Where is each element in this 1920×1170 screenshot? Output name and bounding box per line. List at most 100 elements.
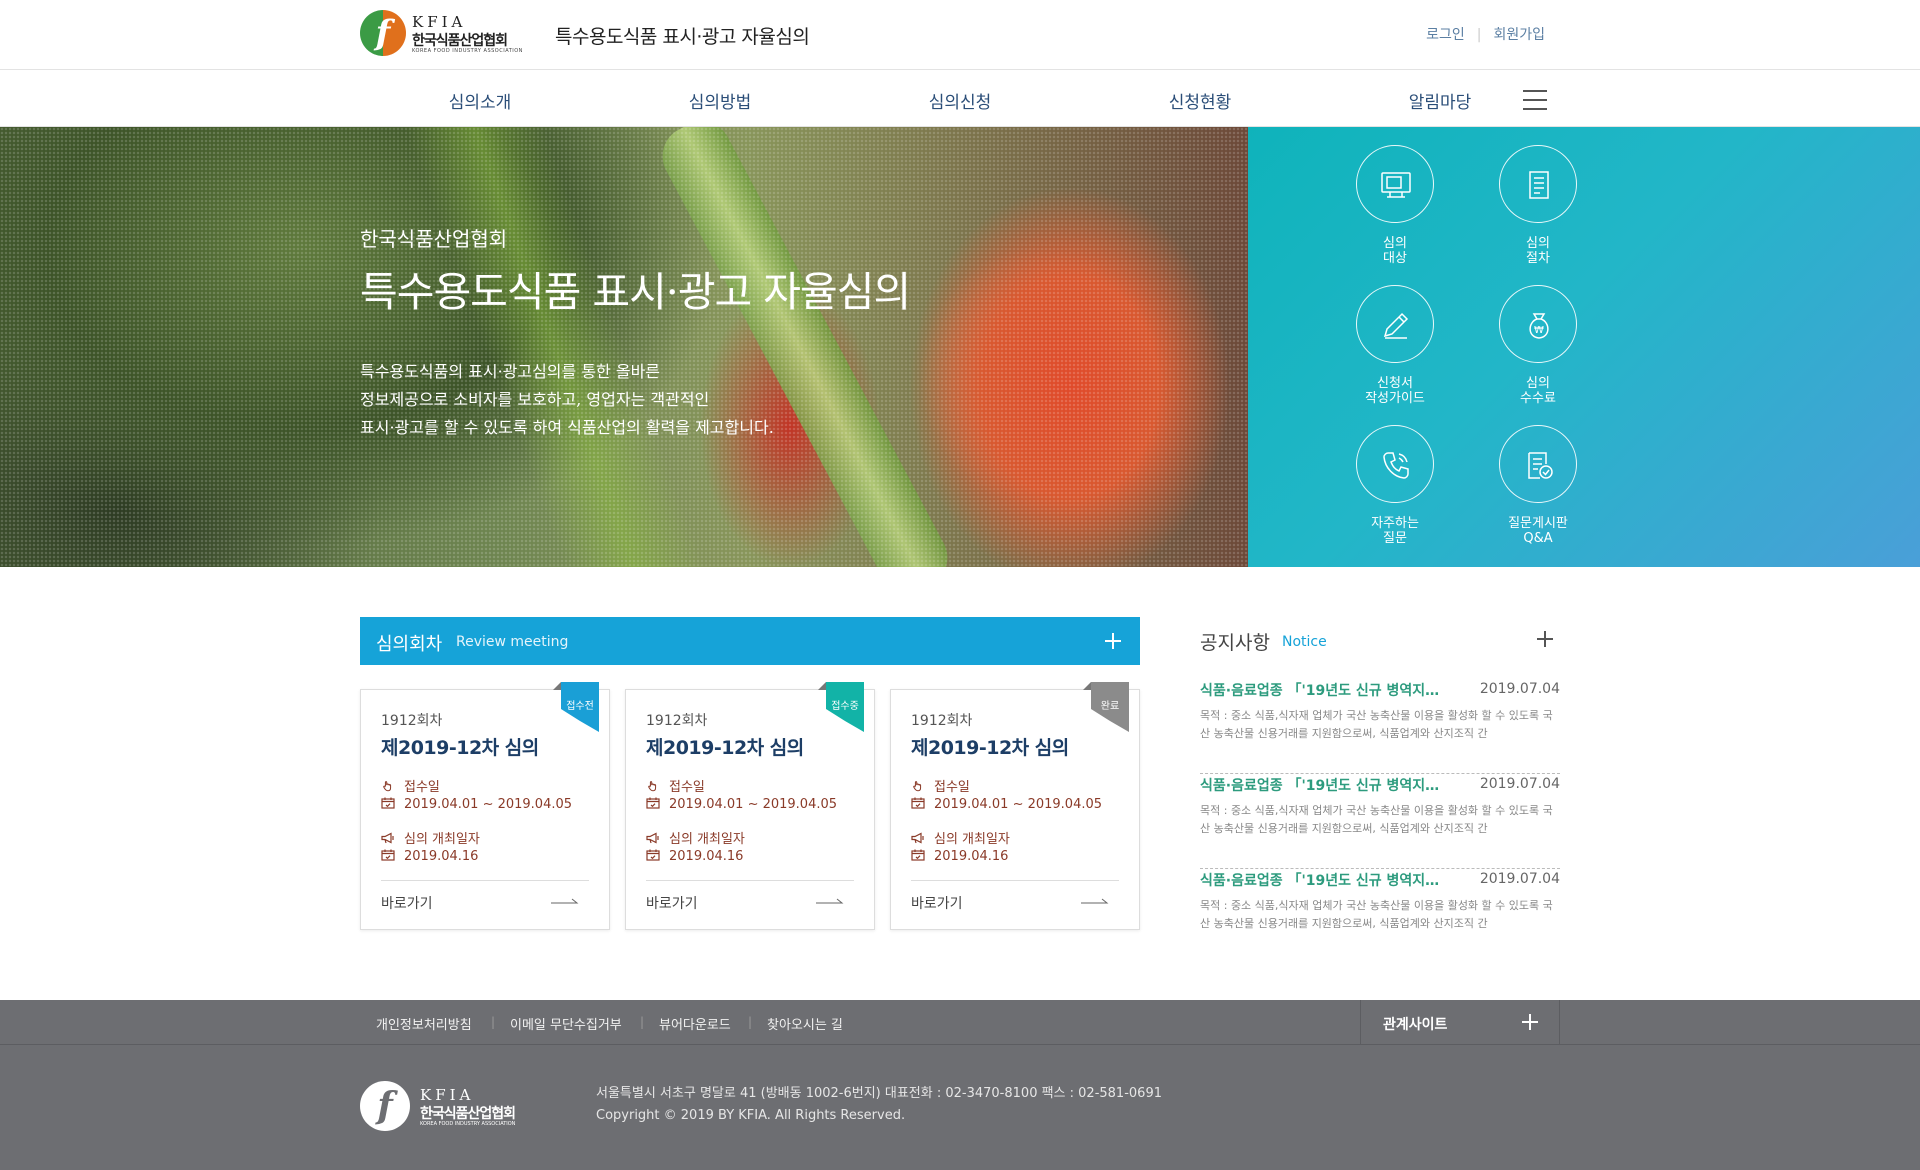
- card-go-link[interactable]: 바로가기: [646, 893, 698, 913]
- hero-org: 한국식품산업협회: [360, 227, 508, 251]
- money-bag-icon: ₩: [1529, 313, 1549, 339]
- hero-banner: 한국식품산업협회 특수용도식품 표시·광고 자율심의 특수용도식품의 표시·광고…: [0, 127, 1920, 567]
- quick-link-label: 질문게시판 Q&A: [1508, 516, 1568, 546]
- footer-links-bar: 개인정보처리방침 | 이메일 무단수집거부 | 뷰어다운로드 | 찾아오시는 길…: [0, 1000, 1920, 1045]
- receipt-date-row: 2019.04.01 ~ 2019.04.05: [646, 797, 837, 812]
- meeting-date-row: 2019.04.16: [381, 849, 478, 864]
- nav-item-notice[interactable]: 알림마당: [1380, 88, 1500, 113]
- nav-item-apply[interactable]: 심의신청: [900, 88, 1020, 113]
- clipboard-check-icon: [1528, 452, 1553, 479]
- footer-link-privacy[interactable]: 개인정보처리방침: [376, 1014, 472, 1033]
- card-round: 1912회차: [646, 713, 708, 729]
- util-menu: 로그인 | 회원가입: [1426, 24, 1545, 44]
- arrow-right-icon[interactable]: [816, 897, 844, 905]
- quick-link-faq[interactable]: 자주하는 질문: [1340, 425, 1450, 546]
- receipt-date-row: 2019.04.01 ~ 2019.04.05: [381, 797, 572, 812]
- logo-mark: f: [360, 10, 406, 56]
- review-card[interactable]: 완료 1912회차 제2019-12차 심의 접수일 2019.04.01 ~ …: [890, 682, 1140, 930]
- hero-title: 특수용도식품 표시·광고 자율심의: [360, 268, 911, 316]
- footer: f KFIA 한국식품산업협회 KOREA FOOD INDUSTRY ASSO…: [0, 1045, 1920, 1170]
- footer-separator: |: [491, 1015, 496, 1029]
- card-divider: [911, 880, 1119, 881]
- card-title: 제2019-12차 심의: [381, 737, 539, 759]
- footer-link-location[interactable]: 찾아오시는 길: [767, 1014, 843, 1033]
- kfia-logo[interactable]: f KFIA 한국식품산업협회 KOREA FOOD INDUSTRY ASSO…: [360, 10, 535, 58]
- phone-icon: [1383, 452, 1409, 479]
- login-link[interactable]: 로그인: [1426, 27, 1465, 43]
- nav-item-status[interactable]: 신청현황: [1140, 88, 1260, 113]
- meeting-label: 심의 개최일자: [934, 832, 1010, 847]
- card-round: 1912회차: [381, 713, 443, 729]
- quick-link-guide[interactable]: 신청서 작성가이드: [1340, 285, 1450, 406]
- footer-copyright: Copyright © 2019 BY KFIA. All Rights Res…: [596, 1108, 906, 1123]
- hero-text: 한국식품산업협회 특수용도식품 표시·광고 자율심의 특수용도식품의 표시·광고…: [360, 223, 911, 442]
- quick-links: 심의 대상 심의 절차 신청서 작성가이드 ₩ 심의 수수료 자주하는 질문 질…: [1248, 127, 1920, 567]
- review-more-icon[interactable]: [1105, 633, 1121, 649]
- notice-item[interactable]: 식품·음료업종 「'19년도 신규 병역지정업체 선정」 안내 2019.07.…: [1200, 775, 1560, 869]
- quick-link-label: 자주하는 질문: [1371, 516, 1419, 546]
- notice-item-body: 목적 : 중소 식품,식자재 업체가 국산 농축산물 이용을 활성화 할 수 있…: [1200, 709, 1553, 740]
- notice-item-body: 목적 : 중소 식품,식자재 업체가 국산 농축산물 이용을 활성화 할 수 있…: [1200, 804, 1553, 835]
- main-nav: 심의소개 심의방법 심의신청 신청현황 알림마당: [0, 70, 1920, 127]
- monitor-icon: [1381, 172, 1411, 198]
- meeting-label: 심의 개최일자: [669, 832, 745, 847]
- footer-link-viewer[interactable]: 뷰어다운로드: [659, 1014, 731, 1033]
- menu-icon[interactable]: [1523, 90, 1547, 110]
- notice-item[interactable]: 식품·음료업종 「'19년도 신규 병역지정업체 선정」 안내 2019.07.…: [1200, 870, 1560, 964]
- card-title: 제2019-12차 심의: [646, 737, 804, 759]
- review-card[interactable]: 접수전 1912회차 제2019-12차 심의 접수일 2019.04.01 ~…: [360, 682, 610, 930]
- related-sites-dropdown[interactable]: 관계사이트: [1360, 1000, 1560, 1045]
- notice-item-title[interactable]: 식품·음료업종 「'19년도 신규 병역지정업체 선정」 안내: [1200, 680, 1450, 700]
- quick-link-fee[interactable]: ₩ 심의 수수료: [1483, 285, 1593, 406]
- receipt-label: 접수일: [404, 780, 440, 795]
- notice-item-date: 2019.07.04: [1479, 871, 1560, 887]
- card-divider: [646, 880, 854, 881]
- calendar-icon: [646, 849, 669, 864]
- notice-item-title[interactable]: 식품·음료업종 「'19년도 신규 병역지정업체 선정」 안내: [1200, 775, 1450, 795]
- arrow-right-icon[interactable]: [551, 897, 579, 905]
- status-badge-label: 접수중: [831, 701, 859, 712]
- quick-link-label: 심의 절차: [1526, 236, 1550, 266]
- card-go-link[interactable]: 바로가기: [911, 893, 963, 913]
- notice-item[interactable]: 식품·음료업종 「'19년도 신규 병역지정업체 선정」 안내 2019.07.…: [1200, 680, 1560, 774]
- site-title: 특수용도식품 표시·광고 자율심의: [555, 26, 810, 48]
- status-badge-label: 완료: [1100, 701, 1120, 712]
- logo-en-text: KFIA: [412, 13, 467, 31]
- status-badge: 접수중: [818, 682, 864, 732]
- logo-ko-text: 한국식품산업협회: [412, 33, 508, 49]
- hero-description: 특수용도식품의 표시·광고심의를 통한 올바른 정보제공으로 소비자를 보호하고…: [360, 358, 910, 442]
- hand-icon: [911, 780, 934, 795]
- nav-item-intro[interactable]: 심의소개: [420, 88, 540, 113]
- quick-link-procedure[interactable]: 심의 절차: [1483, 145, 1593, 266]
- site-header: f KFIA 한국식품산업협회 KOREA FOOD INDUSTRY ASSO…: [0, 0, 1920, 70]
- hand-icon: [381, 780, 404, 795]
- notice-more-icon[interactable]: [1537, 631, 1553, 647]
- quick-link-qna[interactable]: 질문게시판 Q&A: [1483, 425, 1593, 546]
- receipt-label-row: 접수일: [646, 776, 705, 795]
- meeting-label-row: 심의 개최일자: [911, 828, 1010, 847]
- megaphone-icon: [911, 832, 934, 847]
- meeting-label-row: 심의 개최일자: [646, 828, 745, 847]
- footer-address-block: 서울특별시 서초구 명달로 41 (방배동 1002-6번지) 대표전화 : 0…: [596, 1083, 1162, 1127]
- review-card[interactable]: 접수중 1912회차 제2019-12차 심의 접수일 2019.04.01 ~…: [625, 682, 875, 930]
- logo-sub-text: KOREA FOOD INDUSTRY ASSOCIATION: [412, 48, 523, 54]
- arrow-right-icon[interactable]: [1081, 897, 1109, 905]
- quick-link-target[interactable]: 심의 대상: [1340, 145, 1450, 266]
- footer-logo-sub: KOREA FOOD INDUSTRY ASSOCIATION: [420, 1121, 516, 1127]
- hero-desc-line: 정보제공으로 소비자를 보호하고, 영업자는 객관적인: [360, 390, 710, 409]
- meeting-label: 심의 개최일자: [404, 832, 480, 847]
- card-title: 제2019-12차 심의: [911, 737, 1069, 759]
- hero-desc-line: 표시·광고를 할 수 있도록 하여 식품산업의 활력을 제고합니다.: [360, 418, 774, 437]
- nav-item-method[interactable]: 심의방법: [660, 88, 780, 113]
- status-badge: 완료: [1083, 682, 1129, 732]
- notice-item-date: 2019.07.04: [1479, 681, 1560, 697]
- notice-item-title[interactable]: 식품·음료업종 「'19년도 신규 병역지정업체 선정」 안내: [1200, 870, 1450, 890]
- calendar-icon: [381, 849, 404, 864]
- receipt-label: 접수일: [934, 780, 970, 795]
- card-go-link[interactable]: 바로가기: [381, 893, 433, 913]
- signup-link[interactable]: 회원가입: [1493, 27, 1545, 43]
- receipt-date-row: 2019.04.01 ~ 2019.04.05: [911, 797, 1102, 812]
- megaphone-icon: [646, 832, 669, 847]
- footer-link-email[interactable]: 이메일 무단수집거부: [510, 1014, 622, 1033]
- document-icon: [1529, 171, 1549, 199]
